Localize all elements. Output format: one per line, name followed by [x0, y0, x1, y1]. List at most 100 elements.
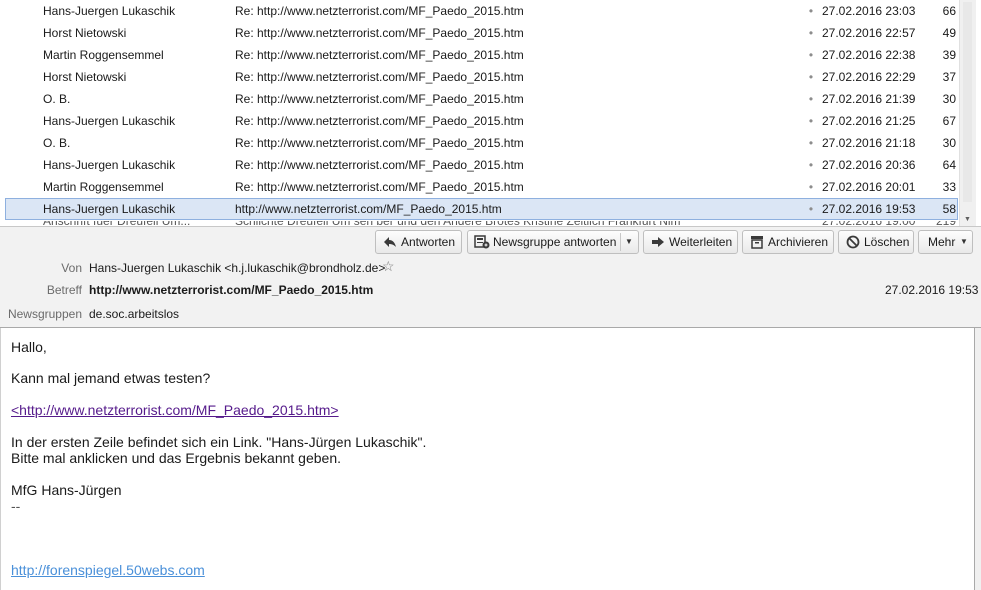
reply-label: Antworten: [401, 235, 456, 249]
forward-arrow-icon: [650, 231, 666, 253]
scrollbar-thumb[interactable]: [963, 2, 972, 202]
message-date: 27.02.2016 22:29: [822, 70, 916, 84]
message-row[interactable]: Horst Nietowski Re: http://www.netzterror…: [5, 22, 958, 44]
message-row[interactable]: O. B. Re: http://www.netzterrorist.com/MF…: [5, 88, 958, 110]
more-label: Mehr: [928, 235, 956, 249]
reply-newsgroup-label: Newsgruppe antworten: [493, 235, 617, 249]
unread-dot-icon: •: [808, 92, 814, 106]
chevron-down-icon: ▼: [960, 237, 968, 246]
body-signoff: MfG Hans-Jürgen: [11, 482, 122, 498]
subject-value: http://www.netzterrorist.com/MF_Paedo_20…: [89, 283, 374, 297]
message-sender: Martin Roggensemmel: [43, 180, 164, 194]
message-subject: Re: http://www.netzterrorist.com/MF_Paed…: [235, 70, 524, 84]
message-date: 27.02.2016 20:01: [822, 180, 916, 194]
message-subject: Re: http://www.netzterrorist.com/MF_Paed…: [235, 180, 524, 194]
unread-dot-icon: •: [808, 4, 814, 18]
body-line: Bitte mal anklicken und das Ergebnis bek…: [11, 450, 341, 466]
star-icon[interactable]: ☆: [382, 258, 395, 275]
message-date: 27.02.2016 22:57: [822, 26, 916, 40]
forward-label: Weiterleiten: [669, 235, 733, 249]
unread-dot-icon: •: [808, 114, 814, 128]
unread-dot-icon: •: [808, 70, 814, 84]
archive-button[interactable]: Archivieren: [742, 230, 834, 254]
message-rows: Hans-Juergen Lukaschik Re: http://www.net…: [5, 0, 958, 226]
reply-arrow-icon: [382, 231, 398, 253]
message-date: 27.02.2016 22:38: [822, 48, 916, 62]
signature-separator: --: [11, 498, 21, 514]
message-row[interactable]: Hans-Juergen Lukaschik http://www.netzter…: [5, 198, 958, 220]
message-subject: http://www.netzterrorist.com/MF_Paedo_20…: [235, 202, 502, 216]
message-size: 30: [942, 136, 956, 150]
body-greeting: Hallo,: [11, 339, 47, 355]
message-sender: O. B.: [43, 92, 71, 106]
message-size: 39: [942, 48, 956, 62]
message-subject: Re: http://www.netzterrorist.com/MF_Paed…: [235, 48, 524, 62]
message-subject: Re: http://www.netzterrorist.com/MF_Paed…: [235, 92, 524, 106]
message-list-scrollbar[interactable]: ▼: [959, 0, 976, 226]
from-label: Von: [61, 261, 82, 275]
message-size: 58: [942, 202, 956, 216]
signature-link[interactable]: http://forenspiegel.50webs.com: [11, 562, 205, 578]
message-row[interactable]: Hans-Juergen Lukaschik Re: http://www.net…: [5, 0, 958, 22]
split-divider: [620, 233, 621, 251]
delete-label: Löschen: [864, 235, 910, 249]
message-row[interactable]: Martin Roggensemmel Re: http://www.netzte…: [5, 44, 958, 66]
message-row[interactable]: Hans-Juergen Lukaschik Re: http://www.net…: [5, 110, 958, 132]
body-line: In der ersten Zeile befindet sich ein Li…: [11, 434, 427, 450]
message-toolbar: Antworten Newsgruppe antworten ▼ Weiterl…: [0, 230, 981, 256]
from-value[interactable]: Hans-Juergen Lukaschik <h.j.lukaschik@br…: [89, 261, 385, 275]
unread-dot-icon: •: [808, 48, 814, 62]
forward-button[interactable]: Weiterleiten: [643, 230, 738, 254]
message-date: 27.02.2016 21:18: [822, 136, 916, 150]
newsgroups-label: Newsgruppen: [7, 307, 82, 321]
message-sender: Hans-Juergen Lukaschik: [43, 114, 176, 128]
message-size: 66: [942, 4, 956, 18]
message-sender: Horst Nietowski: [43, 26, 127, 40]
archive-label: Archivieren: [768, 235, 829, 249]
message-subject: Re: http://www.netzterrorist.com/MF_Paed…: [235, 26, 524, 40]
message-body: Hallo, Kann mal jemand etwas testen? <ht…: [0, 328, 975, 590]
message-date: 27.02.2016 20:36: [822, 158, 916, 172]
message-list: Hans-Juergen Lukaschik Re: http://www.net…: [0, 0, 981, 226]
unread-dot-icon: •: [808, 136, 814, 150]
message-sender: Martin Roggensemmel: [43, 48, 164, 62]
reply-newsgroup-button[interactable]: Newsgruppe antworten ▼: [467, 230, 639, 254]
message-row[interactable]: Martin Roggensemmel Re: http://www.netzte…: [5, 176, 958, 198]
newsgroups-value[interactable]: de.soc.arbeitslos: [89, 307, 179, 321]
delete-button[interactable]: Löschen: [838, 230, 914, 254]
message-sender: O. B.: [43, 136, 71, 150]
message-header-pane: Antworten Newsgruppe antworten ▼ Weiterl…: [0, 226, 981, 328]
chevron-down-icon[interactable]: ▼: [625, 231, 633, 253]
message-size: 33: [942, 180, 956, 194]
message-row[interactable]: O. B. Re: http://www.netzterrorist.com/MF…: [5, 132, 958, 154]
message-subject: Re: http://www.netzterrorist.com/MF_Paed…: [235, 136, 524, 150]
message-row[interactable]: Horst Nietowski Re: http://www.netzterror…: [5, 66, 958, 88]
message-sender: Hans-Juergen Lukaschik: [43, 4, 176, 18]
scroll-down-arrow-icon[interactable]: ▼: [964, 216, 971, 223]
newsgroup-reply-icon: [474, 231, 490, 253]
message-date: 27.02.2016 19:53: [822, 202, 916, 216]
body-line: Kann mal jemand etwas testen?: [11, 370, 211, 386]
message-row[interactable]: Hans-Juergen Lukaschik Re: http://www.net…: [5, 154, 958, 176]
message-sender: Hans-Juergen Lukaschik: [43, 202, 176, 216]
message-sender: Horst Nietowski: [43, 70, 127, 84]
reply-button[interactable]: Antworten: [375, 230, 462, 254]
window-edge: [975, 328, 981, 590]
unread-dot-icon: •: [808, 180, 814, 194]
message-date: 27.02.2016 21:25: [822, 114, 916, 128]
message-date: 27.02.2016 21:39: [822, 92, 916, 106]
message-subject: Re: http://www.netzterrorist.com/MF_Paed…: [235, 114, 524, 128]
message-size: 64: [942, 158, 956, 172]
message-size: 30: [942, 92, 956, 106]
unread-dot-icon: •: [808, 202, 814, 216]
message-date: 27.02.2016 19:53: [885, 283, 979, 297]
body-link[interactable]: <http://www.netzterrorist.com/MF_Paedo_2…: [11, 402, 339, 418]
message-size: 67: [942, 114, 956, 128]
message-date: 27.02.2016 23:03: [822, 4, 916, 18]
message-size: 49: [942, 26, 956, 40]
message-size: 37: [942, 70, 956, 84]
more-button[interactable]: Mehr ▼: [918, 230, 973, 254]
message-sender: Hans-Juergen Lukaschik: [43, 158, 176, 172]
delete-icon: [845, 231, 861, 253]
message-subject: Re: http://www.netzterrorist.com/MF_Paed…: [235, 4, 524, 18]
